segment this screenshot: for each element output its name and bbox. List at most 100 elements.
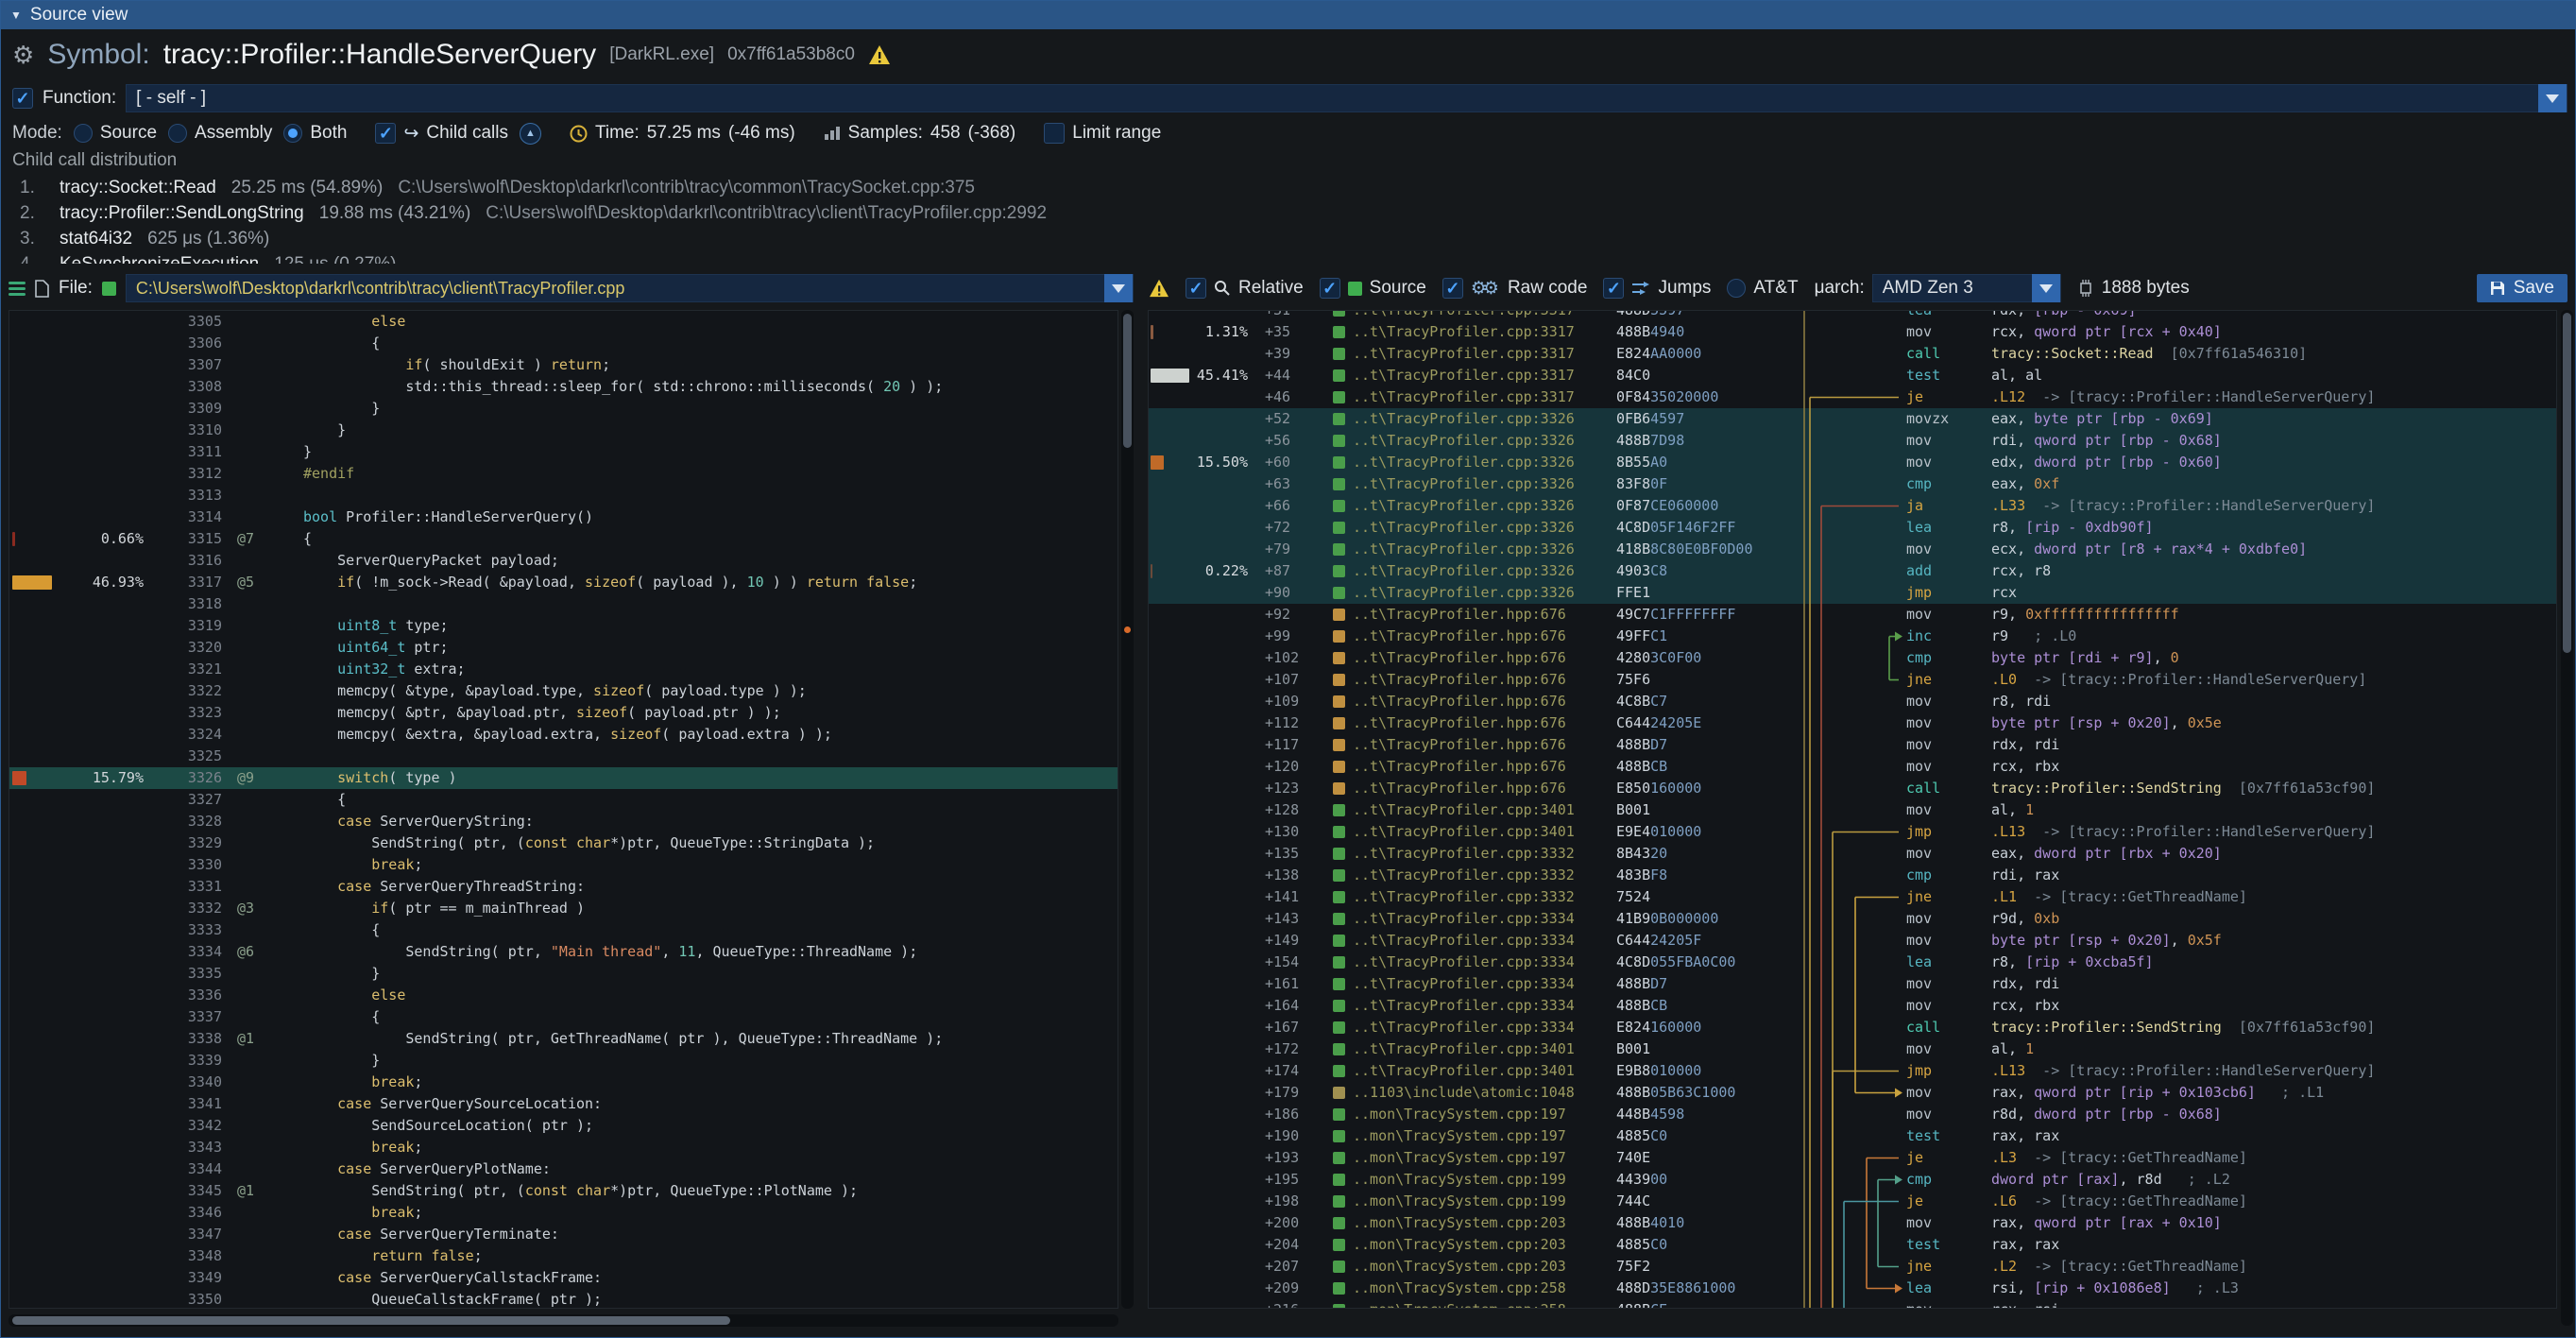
- asm-row[interactable]: +52..t\TracyProfiler.cpp:33260FB64597mov…: [1149, 408, 2556, 430]
- limit-range-checkbox[interactable]: [1044, 123, 1065, 144]
- asm-row[interactable]: +31..t\TracyProfiler.cpp:3317488D5597lea…: [1149, 310, 2556, 321]
- child-calls-checkbox[interactable]: [375, 123, 396, 144]
- source-line[interactable]: 3338@1 SendString( ptr, GetThreadName( p…: [9, 1028, 1117, 1050]
- source-line[interactable]: 3347 case ServerQueryTerminate:: [9, 1224, 1117, 1245]
- source-line[interactable]: 3346 break;: [9, 1202, 1117, 1224]
- source-line[interactable]: 3334@6 SendString( ptr, "Main thread", 1…: [9, 941, 1117, 963]
- asm-row[interactable]: +112..t\TracyProfiler.hpp:676C64424205Em…: [1149, 712, 2556, 734]
- asm-row[interactable]: +207..mon\TracySystem.cpp:20375F2jne.L2 …: [1149, 1256, 2556, 1278]
- asm-source-location[interactable]: ..t\TracyProfiler.hpp:676: [1333, 626, 1616, 647]
- asm-row[interactable]: +135..t\TracyProfiler.cpp:33328B4320move…: [1149, 843, 2556, 865]
- asm-source-location[interactable]: ..t\TracyProfiler.cpp:3317: [1333, 365, 1616, 386]
- asm-source-location[interactable]: ..t\TracyProfiler.cpp:3326: [1333, 539, 1616, 560]
- asm-row[interactable]: +195..mon\TracySystem.cpp:199443900cmpdw…: [1149, 1169, 2556, 1191]
- asm-source-location[interactable]: ..t\TracyProfiler.cpp:3401: [1333, 821, 1616, 843]
- asm-row[interactable]: +123..t\TracyProfiler.hpp:676E850160000c…: [1149, 778, 2556, 799]
- source-line[interactable]: 3341 case ServerQuerySourceLocation:: [9, 1093, 1117, 1115]
- source-line[interactable]: 3314bool Profiler::HandleServerQuery(): [9, 506, 1117, 528]
- mode-option-both[interactable]: Both: [283, 123, 347, 144]
- asm-row[interactable]: +39..t\TracyProfiler.cpp:3317E824AA0000c…: [1149, 343, 2556, 365]
- asm-row[interactable]: +186..mon\TracySystem.cpp:197448B4598mov…: [1149, 1104, 2556, 1125]
- source-line[interactable]: 3320 uint64_t ptr;: [9, 637, 1117, 659]
- asm-source-location[interactable]: ..mon\TracySystem.cpp:199: [1333, 1169, 1616, 1191]
- asm-source-location[interactable]: ..t\TracyProfiler.hpp:676: [1333, 647, 1616, 669]
- raw-code-toggle[interactable]: ⚙⚙ Raw code: [1442, 278, 1588, 300]
- asm-source-location[interactable]: ..t\TracyProfiler.cpp:3317: [1333, 386, 1616, 408]
- source-line[interactable]: 3324 memcpy( &extra, &payload.extra, siz…: [9, 724, 1117, 746]
- source-line[interactable]: 3310 }: [9, 420, 1117, 441]
- asm-row[interactable]: +72..t\TracyProfiler.cpp:33264C8D05F146F…: [1149, 517, 2556, 539]
- source-line[interactable]: 3336 else: [9, 985, 1117, 1006]
- asm-row[interactable]: +117..t\TracyProfiler.hpp:676488BD7movrd…: [1149, 734, 2556, 756]
- asm-row[interactable]: +66..t\TracyProfiler.cpp:33260F87CE06000…: [1149, 495, 2556, 517]
- asm-row[interactable]: +130..t\TracyProfiler.cpp:3401E9E4010000…: [1149, 821, 2556, 843]
- source-line[interactable]: 3323 memcpy( &ptr, &payload.ptr, sizeof(…: [9, 702, 1117, 724]
- save-button[interactable]: Save: [2477, 274, 2567, 302]
- limit-range-toggle[interactable]: Limit range: [1044, 123, 1161, 144]
- raw-code-checkbox[interactable]: [1442, 278, 1463, 299]
- asm-source-location[interactable]: ..t\TracyProfiler.hpp:676: [1333, 712, 1616, 734]
- assembly-vertical-scrollbar[interactable]: [2561, 310, 2573, 1326]
- asm-row[interactable]: +164..t\TracyProfiler.cpp:3334488BCBmovr…: [1149, 995, 2556, 1017]
- collapse-icon[interactable]: ▼: [10, 9, 22, 22]
- asm-source-location[interactable]: ..mon\TracySystem.cpp:197: [1333, 1125, 1616, 1147]
- source-line[interactable]: 3311}: [9, 441, 1117, 463]
- source-line[interactable]: 3337 {: [9, 1006, 1117, 1028]
- asm-source-location[interactable]: ..t\TracyProfiler.cpp:3317: [1333, 343, 1616, 365]
- source-line[interactable]: 3308 std::this_thread::sleep_for( std::c…: [9, 376, 1117, 398]
- source-line[interactable]: 0.66%3315@7{: [9, 528, 1117, 550]
- asm-row[interactable]: +193..mon\TracySystem.cpp:197740Eje.L3 -…: [1149, 1147, 2556, 1169]
- source-line[interactable]: 15.79%3326@9 switch( type ): [9, 767, 1117, 789]
- asm-row[interactable]: 1.31%+35..t\TracyProfiler.cpp:3317488B49…: [1149, 321, 2556, 343]
- source-line[interactable]: 3332@3 if( ptr == m_mainThread ): [9, 898, 1117, 919]
- asm-row[interactable]: +138..t\TracyProfiler.cpp:3332483BF8cmpr…: [1149, 865, 2556, 886]
- asm-source-location[interactable]: ..t\TracyProfiler.hpp:676: [1333, 604, 1616, 626]
- asm-row[interactable]: +190..mon\TracySystem.cpp:1974885C0testr…: [1149, 1125, 2556, 1147]
- asm-source-location[interactable]: ..t\TracyProfiler.cpp:3334: [1333, 908, 1616, 930]
- asm-source-location[interactable]: ..t\TracyProfiler.cpp:3334: [1333, 1017, 1616, 1038]
- asm-row[interactable]: +141..t\TracyProfiler.cpp:33327524jne.L1…: [1149, 886, 2556, 908]
- asm-source-location[interactable]: ..mon\TracySystem.cpp:203: [1333, 1256, 1616, 1278]
- source-line[interactable]: 3305 else: [9, 311, 1117, 333]
- child-call-item[interactable]: 1.tracy::Socket::Read25.25 ms (54.89%)C:…: [12, 175, 2564, 200]
- relative-toggle[interactable]: Relative: [1186, 278, 1304, 299]
- asm-source-location[interactable]: ..t\TracyProfiler.cpp:3326: [1333, 495, 1616, 517]
- asm-row[interactable]: +102..t\TracyProfiler.hpp:67642803C0F00c…: [1149, 647, 2556, 669]
- source-line[interactable]: 3306 {: [9, 333, 1117, 354]
- asm-row[interactable]: +216..mon\TracySystem.cpp:258488BCEmovrc…: [1149, 1299, 2556, 1309]
- asm-source-location[interactable]: ..mon\TracySystem.cpp:258: [1333, 1278, 1616, 1299]
- child-call-item[interactable]: 4.KeSynchronizeExecution125 μs (0.27%): [12, 251, 2564, 264]
- source-line[interactable]: 3322 memcpy( &type, &payload.type, sizeo…: [9, 680, 1117, 702]
- child-calls-toggle[interactable]: ↪ Child calls: [375, 123, 508, 145]
- asm-source-location[interactable]: ..t\TracyProfiler.cpp:3326: [1333, 560, 1616, 582]
- asm-row[interactable]: +107..t\TracyProfiler.hpp:67675F6jne.L0 …: [1149, 669, 2556, 691]
- asm-source-location[interactable]: ..t\TracyProfiler.cpp:3326: [1333, 430, 1616, 452]
- function-checkbox[interactable]: [12, 88, 33, 109]
- asm-row[interactable]: 15.50%+60..t\TracyProfiler.cpp:33268B55A…: [1149, 452, 2556, 473]
- file-combo[interactable]: C:\Users\wolf\Desktop\darkrl\contrib\tra…: [126, 274, 1134, 302]
- asm-source-location[interactable]: ..t\TracyProfiler.cpp:3334: [1333, 952, 1616, 973]
- asm-source-location[interactable]: ..mon\TracySystem.cpp:203: [1333, 1234, 1616, 1256]
- scrollbar-thumb[interactable]: [2563, 313, 2571, 653]
- chevron-down-icon[interactable]: [2032, 274, 2060, 302]
- asm-source-location[interactable]: ..t\TracyProfiler.hpp:676: [1333, 756, 1616, 778]
- asm-source-location[interactable]: ..mon\TracySystem.cpp:258: [1333, 1299, 1616, 1309]
- source-line[interactable]: 3325: [9, 746, 1117, 767]
- source-line[interactable]: 3344 case ServerQueryPlotName:: [9, 1158, 1117, 1180]
- asm-source-location[interactable]: ..mon\TracySystem.cpp:199: [1333, 1191, 1616, 1212]
- source-line[interactable]: 3339 }: [9, 1050, 1117, 1072]
- asm-source-location[interactable]: ..t\TracyProfiler.cpp:3332: [1333, 886, 1616, 908]
- asm-row[interactable]: +198..mon\TracySystem.cpp:199744Cje.L6 -…: [1149, 1191, 2556, 1212]
- source-line[interactable]: 3319 uint8_t type;: [9, 615, 1117, 637]
- source-line[interactable]: 3349 case ServerQueryCallstackFrame:: [9, 1267, 1117, 1289]
- asm-row[interactable]: +149..t\TracyProfiler.cpp:3334C64424205F…: [1149, 930, 2556, 952]
- scrollbar-thumb[interactable]: [12, 1316, 730, 1325]
- child-call-item[interactable]: 2.tracy::Profiler::SendLongString19.88 m…: [12, 200, 2564, 226]
- asm-source-location[interactable]: ..t\TracyProfiler.cpp:3332: [1333, 865, 1616, 886]
- asm-row[interactable]: +128..t\TracyProfiler.cpp:3401B001moval,…: [1149, 799, 2556, 821]
- asm-source-location[interactable]: ..t\TracyProfiler.cpp:3317: [1333, 321, 1616, 343]
- asm-row[interactable]: +120..t\TracyProfiler.hpp:676488BCBmovrc…: [1149, 756, 2556, 778]
- asm-source-location[interactable]: ..t\TracyProfiler.cpp:3334: [1333, 995, 1616, 1017]
- asm-row[interactable]: +63..t\TracyProfiler.cpp:332683F80Fcmpea…: [1149, 473, 2556, 495]
- source-line[interactable]: 3312#endif: [9, 463, 1117, 485]
